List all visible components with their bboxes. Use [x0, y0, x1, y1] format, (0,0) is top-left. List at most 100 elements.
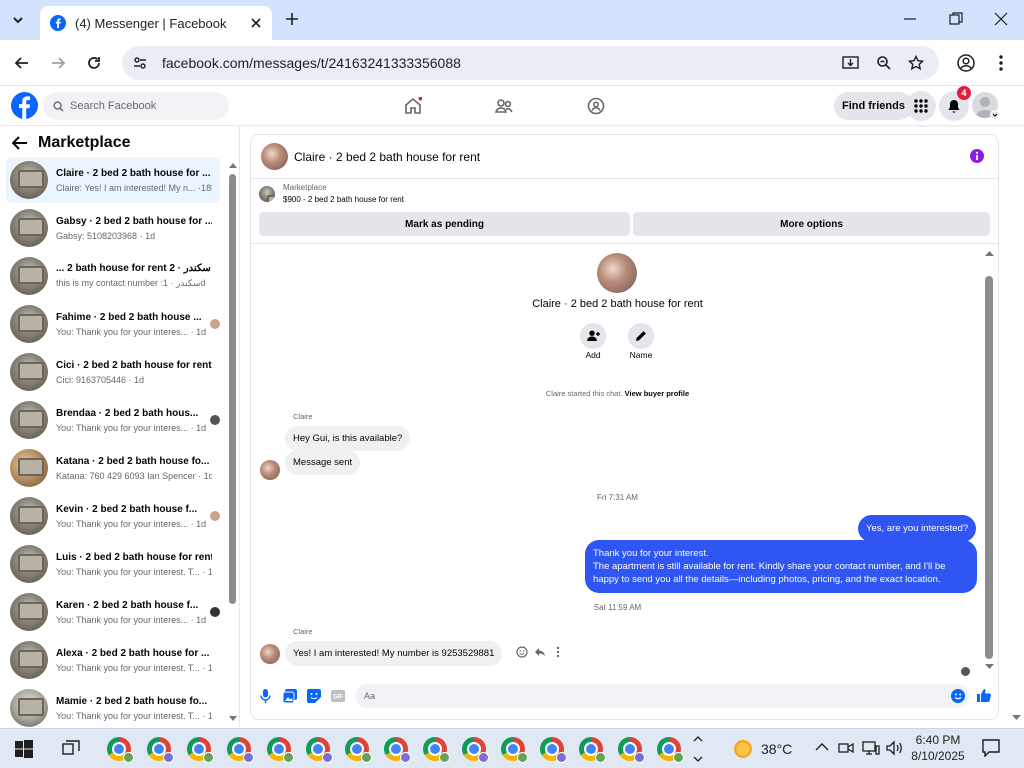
like-thumb-icon[interactable]: [977, 688, 991, 702]
conversation-item[interactable]: Cici · 2 bed 2 bath house for rent Cici: …: [6, 349, 220, 395]
edit-name-button[interactable]: [628, 323, 654, 349]
groups-nav-icon[interactable]: [587, 97, 605, 115]
home-nav-icon[interactable]: [404, 97, 422, 115]
outgoing-message[interactable]: Yes, are you interested?: [858, 515, 977, 542]
site-info-icon[interactable]: [132, 55, 148, 71]
facebook-search-input[interactable]: Search Facebook: [43, 92, 229, 120]
forward-icon[interactable]: [50, 55, 66, 71]
sender-avatar[interactable]: [260, 460, 280, 480]
more-options-button[interactable]: More options: [633, 212, 990, 236]
zoom-icon[interactable]: [876, 55, 892, 71]
microphone-icon[interactable]: [260, 689, 271, 703]
chrome-taskbar-icon[interactable]: [345, 737, 372, 763]
conversation-item[interactable]: Luis · 2 bed 2 bath house for rent You: T…: [6, 541, 220, 587]
weather-temperature[interactable]: 38°C: [761, 741, 792, 757]
conversation-item[interactable]: Claire · 2 bed 2 bath house for ... Clair…: [6, 157, 220, 203]
conversation-item[interactable]: Mamie · 2 bed 2 bath house fo... You: Tha…: [6, 685, 220, 731]
reload-icon[interactable]: [86, 55, 102, 71]
emoji-icon[interactable]: [951, 689, 965, 703]
list-scrollbar[interactable]: [229, 174, 236, 604]
install-app-icon[interactable]: [842, 55, 859, 71]
windows-start-icon[interactable]: [15, 740, 39, 764]
thread-scroll-down-icon[interactable]: [985, 664, 994, 670]
chrome-taskbar-icon[interactable]: [462, 737, 489, 763]
browser-menu-icon[interactable]: [998, 54, 1004, 72]
message-more-icon[interactable]: [556, 646, 560, 658]
bookmark-star-icon[interactable]: [908, 55, 924, 71]
profile-avatar[interactable]: [597, 253, 637, 293]
conversation-item[interactable]: Fahime · 2 bed 2 bath house ... You: Than…: [6, 301, 221, 347]
chrome-taskbar-icon[interactable]: [107, 737, 134, 763]
chrome-taskbar-icon[interactable]: [423, 737, 450, 763]
tab-search-icon[interactable]: [10, 12, 26, 28]
conversation-item[interactable]: ... 2 bath house for rent 2 · سكندر this …: [6, 253, 220, 299]
sender-avatar[interactable]: [260, 644, 280, 664]
list-scroll-up-icon[interactable]: [229, 162, 237, 168]
chrome-taskbar-icon[interactable]: [618, 737, 645, 763]
account-chevron-icon[interactable]: [990, 110, 1000, 120]
friends-nav-icon[interactable]: [495, 97, 513, 115]
find-friends-button[interactable]: Find friends: [834, 92, 913, 120]
chat-avatar[interactable]: [261, 143, 288, 170]
omnibox[interactable]: facebook.com/messages/t/2416324133335608…: [122, 46, 939, 80]
browser-tab[interactable]: (4) Messenger | Facebook: [40, 6, 272, 40]
list-scroll-down-icon[interactable]: [229, 716, 237, 722]
mark-as-pending-button[interactable]: Mark as pending: [259, 212, 630, 236]
photo-icon[interactable]: [283, 689, 297, 703]
conversation-item[interactable]: Alexa · 2 bed 2 bath house for ... You: T…: [6, 637, 220, 683]
conversation-item[interactable]: Kevin · 2 bed 2 bath house f... You: Than…: [6, 493, 221, 539]
chrome-taskbar-icon[interactable]: [227, 737, 254, 763]
tray-chevron-icon[interactable]: [815, 742, 829, 752]
incoming-message[interactable]: Hey Gui, is this available?: [285, 426, 411, 451]
close-window-icon[interactable]: [994, 12, 1008, 26]
page-scroll-down-icon[interactable]: [1012, 715, 1021, 721]
gif-icon[interactable]: GIF: [331, 690, 345, 702]
chrome-taskbar-icon[interactable]: [657, 737, 684, 763]
close-tab-icon[interactable]: [250, 17, 262, 29]
volume-icon[interactable]: [886, 740, 904, 756]
react-icon[interactable]: [516, 646, 528, 658]
sticker-icon[interactable]: [307, 689, 321, 703]
minimize-icon[interactable]: [903, 12, 917, 26]
marketplace-listing-banner[interactable]: Marketplace $900 - 2 bed 2 bath house fo…: [259, 183, 404, 204]
incoming-message[interactable]: Yes! I am interested! My number is 92535…: [285, 641, 503, 666]
menu-grid-button[interactable]: [906, 91, 936, 121]
new-tab-icon[interactable]: [285, 12, 299, 26]
notifications-button[interactable]: 4: [939, 86, 971, 121]
profile-icon[interactable]: [957, 54, 975, 72]
thread-scroll-up-icon[interactable]: [985, 250, 994, 256]
network-icon[interactable]: [862, 740, 880, 756]
conversation-item[interactable]: Karen · 2 bed 2 bath house f... You: Than…: [6, 589, 221, 635]
chrome-taskbar-icon[interactable]: [540, 737, 567, 763]
back-icon[interactable]: [14, 55, 30, 71]
task-view-icon[interactable]: [62, 740, 86, 764]
conversation-item[interactable]: Gabsy · 2 bed 2 bath house for ... Gabsy:…: [6, 205, 220, 251]
conversation-info-icon[interactable]: [970, 149, 984, 163]
chrome-taskbar-icon[interactable]: [384, 737, 411, 763]
chrome-taskbar-icon[interactable]: [187, 737, 214, 763]
meet-now-icon[interactable]: [838, 740, 854, 756]
chat-header: Claire · 2 bed 2 bath house for rent: [251, 135, 998, 179]
notification-center-icon[interactable]: [982, 739, 1000, 757]
chat-title[interactable]: Claire · 2 bed 2 bath house for rent: [294, 150, 480, 164]
taskbar-scroll-icon[interactable]: [693, 733, 703, 765]
conversation-item[interactable]: Brendaa · 2 bed 2 bath hous... You: Thank…: [6, 397, 221, 443]
message-input[interactable]: Aa: [355, 684, 969, 708]
conversation-item[interactable]: Katana · 2 bed 2 bath house fo... Katana:…: [6, 445, 220, 491]
taskbar-clock[interactable]: 6:40 PM 8/10/2025: [907, 732, 969, 764]
outgoing-message[interactable]: Thank you for your interest. The apartme…: [585, 540, 977, 593]
chrome-taskbar-icon[interactable]: [501, 737, 528, 763]
reply-icon[interactable]: [534, 646, 546, 658]
chrome-taskbar-icon[interactable]: [306, 737, 333, 763]
thread-scrollbar[interactable]: [985, 276, 993, 659]
add-contact-button[interactable]: [580, 323, 606, 349]
restore-icon[interactable]: [949, 12, 963, 26]
weather-icon[interactable]: [732, 739, 754, 759]
incoming-message[interactable]: Message sent: [285, 450, 361, 475]
chrome-taskbar-icon[interactable]: [147, 737, 174, 763]
chrome-taskbar-icon[interactable]: [579, 737, 606, 763]
facebook-logo-icon[interactable]: [11, 92, 38, 119]
back-arrow-icon[interactable]: [12, 136, 28, 150]
view-buyer-profile-link[interactable]: View buyer profile: [625, 389, 689, 398]
chrome-taskbar-icon[interactable]: [267, 737, 294, 763]
